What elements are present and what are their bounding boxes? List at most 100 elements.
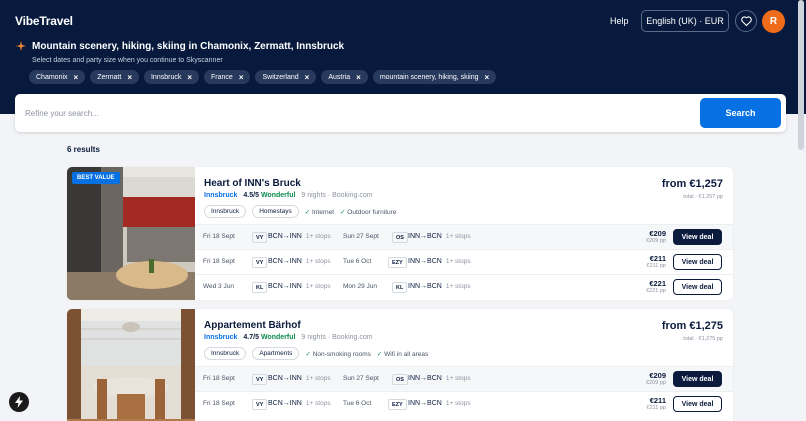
chip-label: Austria xyxy=(328,73,351,81)
kitchen-photo xyxy=(67,167,195,300)
price-pp: €209 pp xyxy=(646,380,666,386)
close-icon[interactable]: × xyxy=(485,73,490,82)
rating-word: Wonderful xyxy=(260,192,296,199)
price-value: €209 xyxy=(649,371,666,380)
check-icon: ✓ xyxy=(305,350,313,358)
scrollbar-thumb[interactable] xyxy=(798,0,804,150)
search-bar: Search xyxy=(15,94,786,132)
price-pp: €221 pp xyxy=(646,288,666,294)
return-airline: EZY xyxy=(388,257,407,268)
stops-label: 1+ stops xyxy=(445,233,471,240)
filter-chip[interactable]: Zermatt × xyxy=(90,70,139,84)
close-icon[interactable]: × xyxy=(356,73,361,82)
price-total: total · €1,275 pp xyxy=(683,336,723,342)
flight-price: €211 €211 pp xyxy=(647,396,666,411)
hotel-photo[interactable]: BEST VALUE xyxy=(67,167,195,300)
view-deal-button[interactable]: View deal xyxy=(673,371,722,387)
hotel-name[interactable]: Heart of INN's Bruck xyxy=(204,178,301,189)
close-icon[interactable]: × xyxy=(305,73,310,82)
chip-label: Zermatt xyxy=(97,73,122,81)
route-label: INN→BCN xyxy=(408,283,442,290)
search-button[interactable]: Search xyxy=(700,98,781,128)
filter-chips: Chamonix × Zermatt × Innsbruck × France × Sw… xyxy=(29,70,497,84)
amenity-label: Outdoor furniture xyxy=(347,208,397,216)
price-value: €209 xyxy=(649,229,666,238)
stops-label: 1+ stops xyxy=(305,258,331,265)
out-airline: VY xyxy=(252,399,268,410)
hotel-city: Innsbruck xyxy=(204,334,238,341)
close-icon[interactable]: × xyxy=(187,73,192,82)
quick-action-button[interactable] xyxy=(9,392,29,412)
price-from: from €1,257 xyxy=(661,178,723,190)
amenity: ✓ Outdoor furniture xyxy=(340,208,396,216)
filter-chip[interactable]: Innsbruck × xyxy=(143,70,200,84)
filter-chip[interactable]: Austria × xyxy=(321,70,368,84)
amenity-label: Non-smoking rooms xyxy=(312,350,371,358)
hotel-card[interactable]: BEST VALUE Heart of INN's Bruck Innsbruc… xyxy=(67,167,733,300)
price-from: from €1,275 xyxy=(661,320,723,332)
close-icon[interactable]: × xyxy=(74,73,79,82)
price-pp: €211 pp xyxy=(646,263,666,269)
close-icon[interactable]: × xyxy=(127,73,132,82)
price-value: €221 xyxy=(649,279,666,288)
hotel-rating: 4.7/5 xyxy=(243,334,259,341)
filter-chip[interactable]: mountain scenery, hiking, skiing × xyxy=(372,70,497,84)
sparkle-icon xyxy=(16,41,26,51)
return-date: Sun 27 Sept xyxy=(343,233,379,240)
out-date: Wed 3 Jun xyxy=(203,283,234,290)
bolt-icon xyxy=(15,396,23,408)
help-link[interactable]: Help xyxy=(610,16,629,26)
filter-chip[interactable]: France × xyxy=(204,70,251,84)
price-pp: €209 pp xyxy=(646,238,666,244)
route-label: INN→BCN xyxy=(408,258,442,265)
filter-chip[interactable]: Switzerland × xyxy=(255,70,317,84)
out-airline: VY xyxy=(252,232,268,243)
view-deal-button[interactable]: View deal xyxy=(673,396,722,412)
search-input[interactable] xyxy=(25,104,625,122)
route-label: BCN→INN xyxy=(268,258,302,265)
out-airline: KL xyxy=(252,282,268,293)
flight-row: Fri 18 Sept VY BCN→INN 1+ stops Tue 6 Oct… xyxy=(195,391,733,416)
heart-icon xyxy=(740,16,752,26)
user-avatar[interactable]: R xyxy=(762,10,785,33)
hotel-meta: Innsbruck 4.7/5 Wonderful 9 nights · Boo… xyxy=(204,334,373,341)
route-label: BCN→INN xyxy=(268,233,302,240)
favorites-button[interactable] xyxy=(735,10,757,32)
hotel-meta: Innsbruck 4.5/5 Wonderful 9 nights · Boo… xyxy=(204,192,373,199)
route-label: BCN→INN xyxy=(268,375,302,382)
out-date: Fri 18 Sept xyxy=(203,258,235,265)
chip-label: France xyxy=(211,73,233,81)
amenity: ✓ Wifi in all areas xyxy=(377,350,428,358)
return-date: Sun 27 Sept xyxy=(343,375,379,382)
trip-title: Mountain scenery, hiking, skiing in Cham… xyxy=(32,41,345,52)
view-deal-button[interactable]: View deal xyxy=(673,229,722,245)
view-deal-button[interactable]: View deal xyxy=(673,279,722,295)
tag-type: Homestays xyxy=(252,205,299,218)
filter-chip[interactable]: Chamonix × xyxy=(29,70,86,84)
route-label: INN→BCN xyxy=(408,375,442,382)
tag-city: Innsbruck xyxy=(204,347,247,360)
flight-options: Fri 18 Sept VY BCN→INN 1+ stops Sun 27 Se… xyxy=(195,366,733,416)
route-label: INN→BCN xyxy=(408,233,442,240)
trip-subtitle: Select dates and party size when you con… xyxy=(32,57,223,64)
stops-label: 1+ stops xyxy=(445,400,471,407)
price-value: €211 xyxy=(649,254,666,263)
tag-city: Innsbruck xyxy=(204,205,247,218)
hotel-card[interactable]: Appartement Bärhof Innsbruck 4.7/5 Wonde… xyxy=(67,309,733,421)
flight-price: €211 €211 pp xyxy=(647,254,666,269)
return-airline: EZY xyxy=(388,399,407,410)
dining-room-photo xyxy=(67,309,195,421)
stops-label: 1+ stops xyxy=(305,375,331,382)
return-airline: OS xyxy=(392,374,408,385)
out-date: Fri 18 Sept xyxy=(203,233,235,240)
language-currency-button[interactable]: English (UK) · EUR xyxy=(641,10,729,32)
hotel-rating: 4.5/5 xyxy=(243,192,259,199)
view-deal-button[interactable]: View deal xyxy=(673,254,722,270)
hotel-photo[interactable] xyxy=(67,309,195,421)
app-logo[interactable]: VibeTravel xyxy=(15,14,73,28)
out-date: Fri 18 Sept xyxy=(203,400,235,407)
stops-label: 1+ stops xyxy=(445,375,471,382)
hotel-name[interactable]: Appartement Bärhof xyxy=(204,320,301,331)
return-route: INN→BCN 1+ stops xyxy=(408,258,471,265)
close-icon[interactable]: × xyxy=(239,73,244,82)
